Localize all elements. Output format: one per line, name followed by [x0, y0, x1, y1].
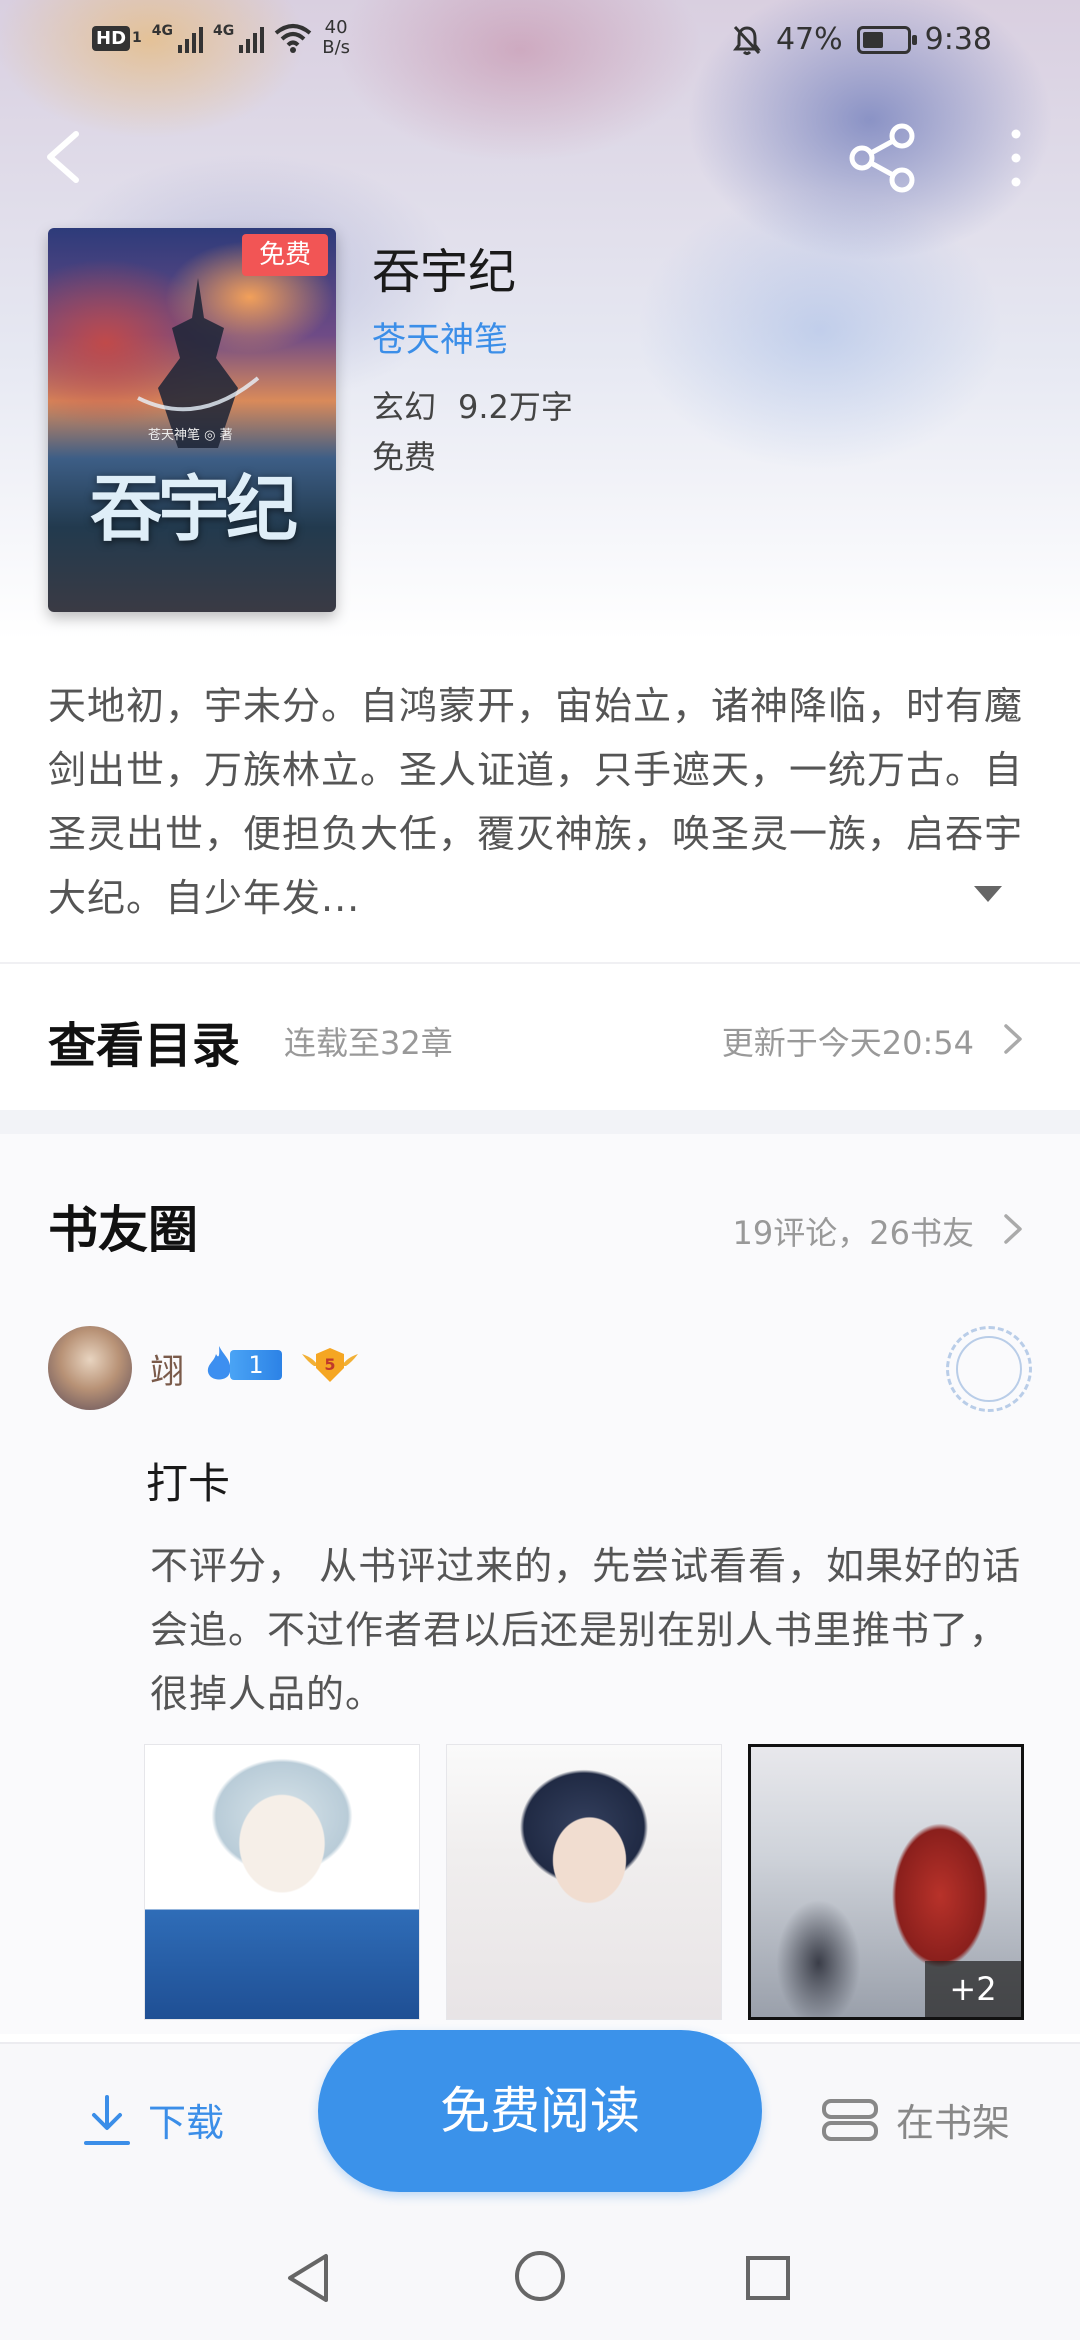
free-badge: 免费	[242, 234, 328, 276]
catalog-status: 连载至32章	[284, 1024, 453, 1062]
post-image[interactable]	[446, 1744, 722, 2020]
fan-level-badge: 1	[204, 1344, 284, 1386]
post-body[interactable]: 不评分， 从书评过来的，先尝试看看，如果好的话会追。不过作者君以后还是别在别人书…	[150, 1534, 1040, 1726]
book-genre: 玄幻	[372, 388, 437, 426]
battery-icon	[856, 25, 917, 54]
back-icon[interactable]	[36, 122, 96, 192]
cover-artwork	[137, 278, 260, 448]
download-icon	[84, 2094, 130, 2145]
system-home-icon[interactable]	[512, 2248, 568, 2304]
book-title: 吞宇纪	[372, 244, 517, 300]
section-divider	[0, 1110, 1080, 1134]
book-word-count: 9.2万字	[458, 388, 573, 426]
bookshelf-icon	[822, 2098, 878, 2141]
download-label: 下载	[148, 2101, 225, 2145]
shelf-label: 在书架	[896, 2101, 1011, 2145]
bell-muted-icon	[732, 25, 761, 55]
post-images: +2	[144, 1744, 1024, 2020]
chevron-right-icon[interactable]	[1002, 1212, 1024, 1246]
divider	[0, 962, 1080, 964]
chevron-right-icon[interactable]	[1002, 1022, 1024, 1056]
book-meta: 玄幻 9.2万字	[372, 382, 573, 428]
system-recents-icon[interactable]	[744, 2254, 792, 2302]
svg-text:5: 5	[324, 1355, 335, 1374]
clock: 9:38	[924, 22, 992, 57]
sim-slot: 1	[132, 30, 142, 46]
book-author-link[interactable]: 苍天神笔	[372, 312, 508, 361]
book-circle-title: 书友圈	[48, 1200, 198, 1259]
system-back-icon[interactable]	[284, 2250, 334, 2306]
book-price: 免费	[372, 438, 437, 476]
wifi-icon	[274, 24, 312, 53]
network-speed: 40 B/s	[322, 17, 351, 58]
share-icon[interactable]	[846, 122, 922, 194]
more-images-count: +2	[925, 1961, 1021, 2017]
signal-icon: 4G	[152, 23, 203, 53]
book-circle-stats[interactable]: 19评论，26书友	[733, 1208, 974, 1254]
cover-title: 吞宇纪	[89, 466, 298, 551]
on-shelf-button[interactable]: 在书架	[820, 2092, 1010, 2147]
author-stamp-icon	[946, 1326, 1032, 1412]
status-bar: HD 1 4G 4G 40 B/s 47% 9:38	[0, 0, 1080, 84]
cover-author: 苍天神笔 ◎ 著	[148, 428, 233, 443]
post-username[interactable]: 翊	[150, 1344, 184, 1393]
rank-badge-icon: 5	[302, 1348, 358, 1382]
fan-level: 1	[230, 1350, 282, 1380]
avatar[interactable]	[48, 1326, 132, 1410]
free-read-button[interactable]: 免费阅读	[318, 2030, 762, 2192]
battery-percent: 47%	[775, 22, 843, 57]
expand-icon[interactable]	[972, 884, 1004, 904]
more-options-icon[interactable]	[996, 122, 1036, 194]
book-synopsis[interactable]: 天地初，宇未分。自鸿蒙开，宙始立，诸神降临，时有魔剑出世，万族林立。圣人证道，只…	[48, 674, 1038, 930]
post-image[interactable]	[144, 1744, 420, 2020]
post-image[interactable]: +2	[748, 1744, 1024, 2020]
catalog-title[interactable]: 查看目录	[48, 1006, 240, 1076]
download-button[interactable]: 下载	[82, 2092, 224, 2147]
post-title[interactable]: 打卡	[146, 1450, 230, 1511]
signal-icon: 4G	[213, 23, 265, 53]
book-cover[interactable]: 免费 苍天神笔 ◎ 著 吞宇纪	[48, 228, 336, 612]
hd-indicator: HD	[92, 25, 131, 51]
catalog-updated: 更新于今天20:54	[721, 1024, 974, 1062]
